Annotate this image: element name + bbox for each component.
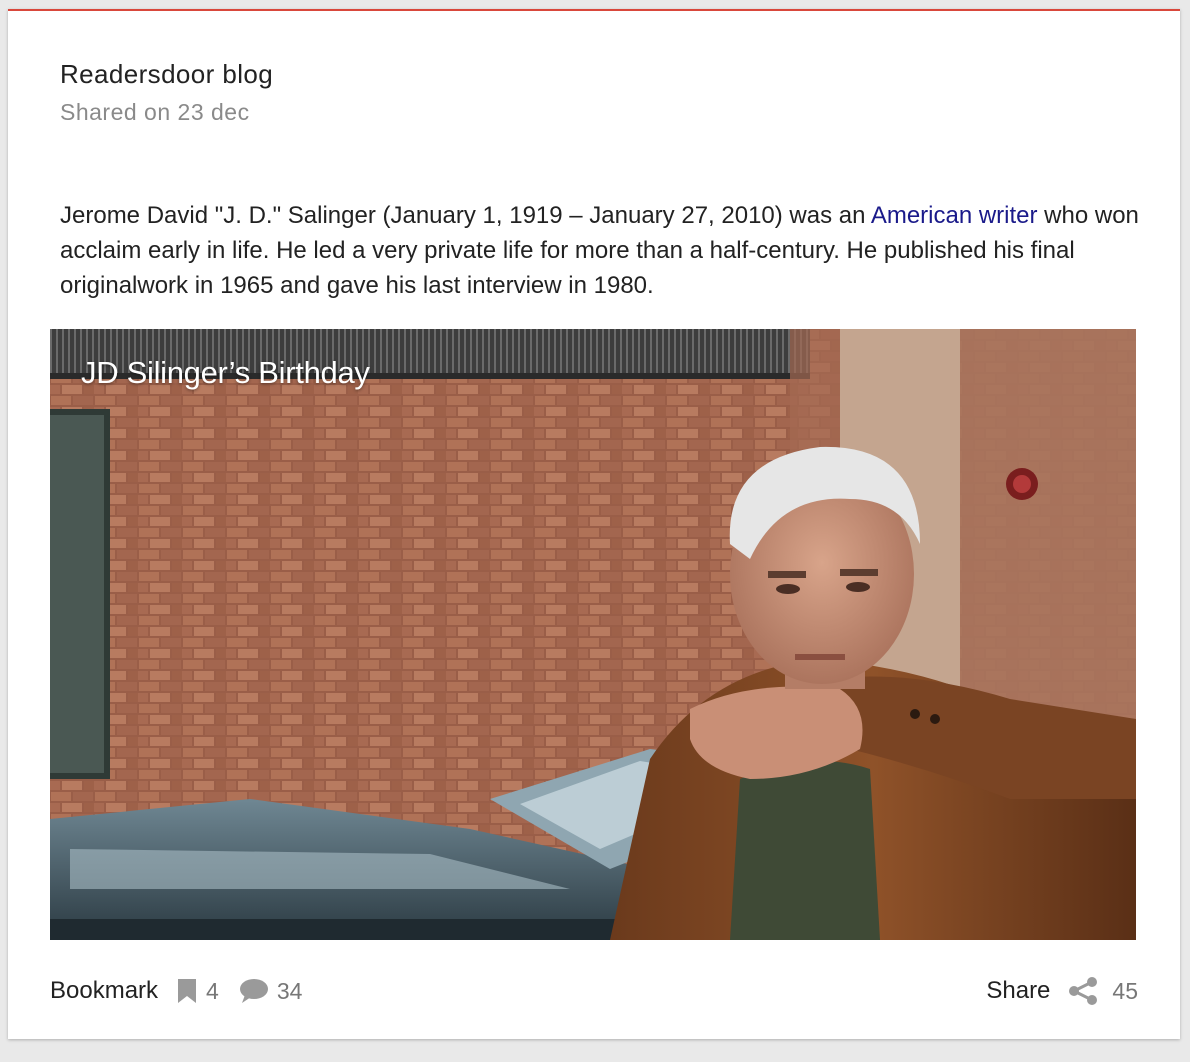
post-text-before-link: Jerome David "J. D." Salinger (January 1… <box>60 202 871 229</box>
photo-illustration <box>50 329 1136 940</box>
bookmark-count: 4 <box>206 977 219 1004</box>
post-photo[interactable]: JD Silinger’s Birthday <box>50 329 1136 940</box>
shared-date: Shared on 23 dec <box>60 99 250 125</box>
share-count: 45 <box>1112 977 1138 1004</box>
post-text: Jerome David "J. D." Salinger (January 1… <box>60 198 1140 303</box>
bookmark-button[interactable]: Bookmark <box>50 977 158 1005</box>
american-writer-link[interactable]: American writer <box>871 202 1038 229</box>
comment-icon[interactable] <box>239 978 269 1004</box>
post-actions-right: Share 45 <box>986 973 1138 1009</box>
bookmark-icon[interactable] <box>176 978 198 1004</box>
post-card: Readersdoor blog Shared on 23 dec Jerome… <box>8 9 1180 1039</box>
share-button[interactable]: Share <box>986 977 1050 1005</box>
share-icon[interactable] <box>1068 977 1098 1005</box>
post-actions-left: Bookmark 4 34 <box>50 973 322 1009</box>
comment-count: 34 <box>276 977 303 1004</box>
photo-caption: JD Silinger’s Birthday <box>81 355 370 390</box>
blog-name[interactable]: Readersdoor blog <box>60 59 273 90</box>
